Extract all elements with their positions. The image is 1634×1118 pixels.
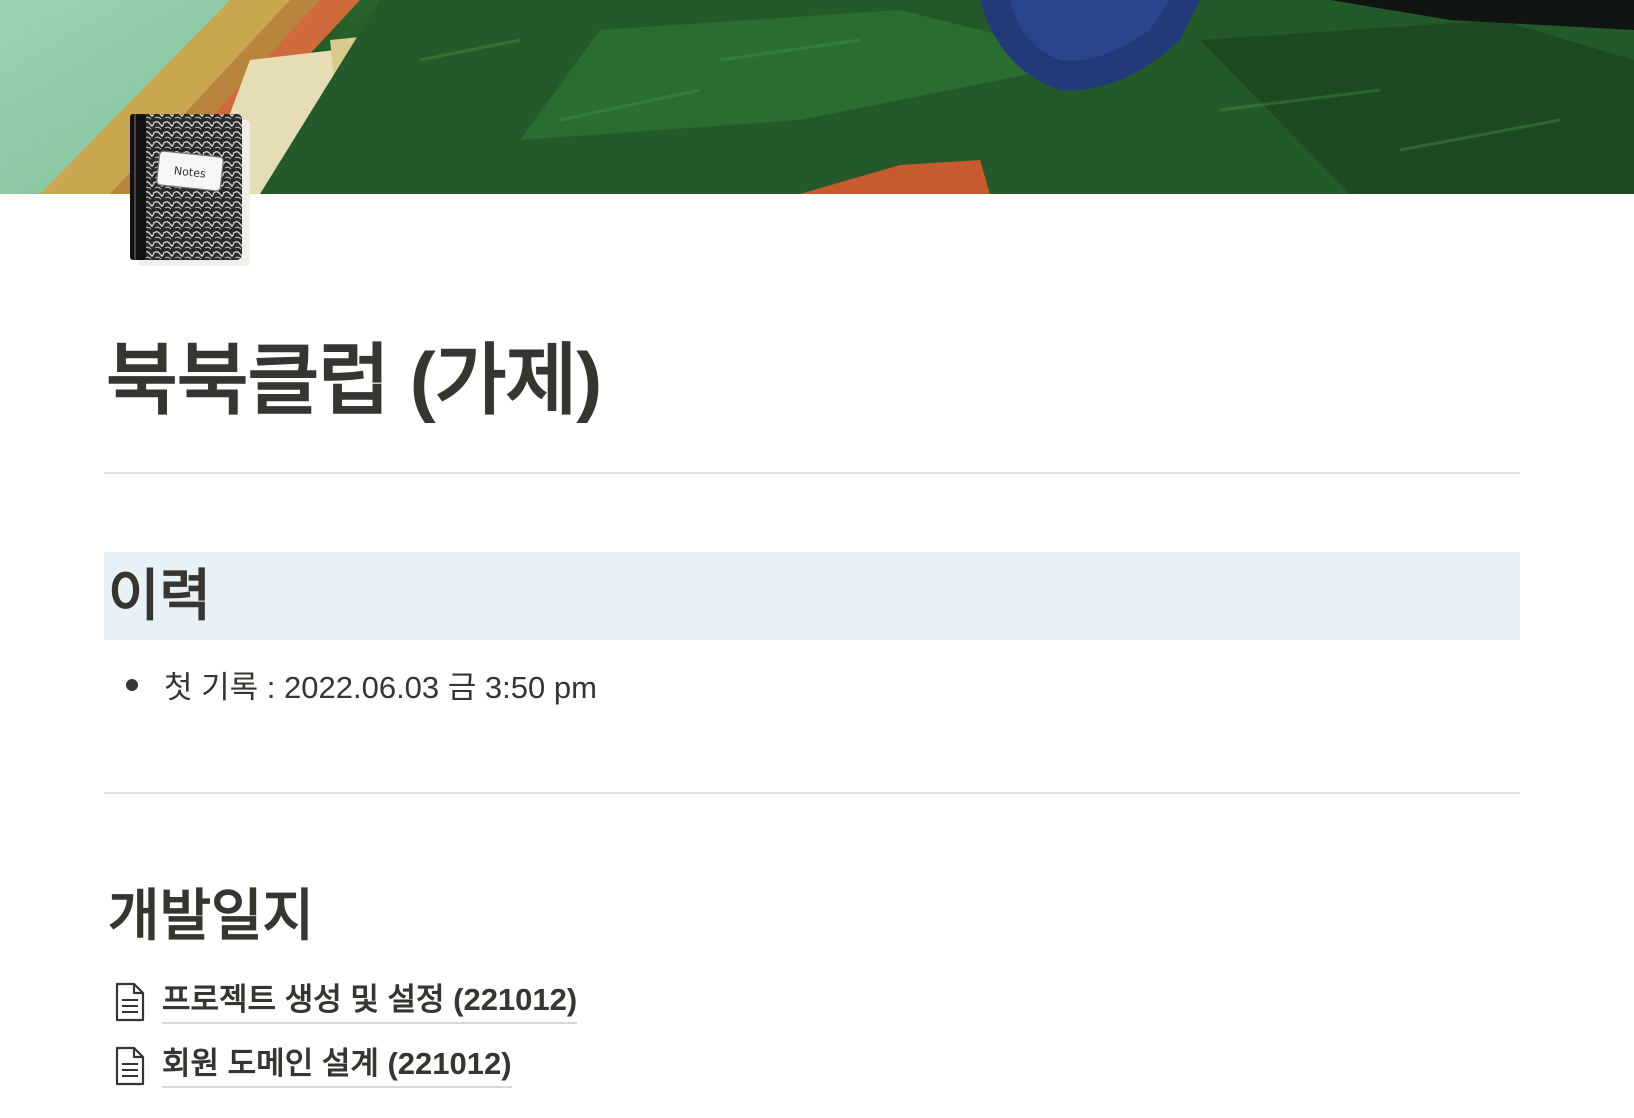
page-title[interactable]: 북북클럽 (가제) — [104, 330, 1520, 430]
composition-notebook-icon[interactable]: Notes — [124, 110, 254, 270]
list-item-text: 첫 기록 : 2022.06.03 금 3:50 pm — [164, 670, 597, 705]
list-item[interactable]: 첫 기록 : 2022.06.03 금 3:50 pm — [124, 662, 597, 707]
page-link-title[interactable]: 프로젝트 생성 및 설정 (221012) — [162, 980, 578, 1024]
notion-page: Notes 북북클럽 (가제) 이력 첫 기록 : 2022.06.03 금 3… — [0, 0, 1634, 1118]
page-link[interactable]: 프로젝트 생성 및 설정 (221012) — [112, 980, 578, 1024]
divider — [104, 472, 1520, 474]
page-document-icon — [115, 1046, 145, 1086]
devlog-heading[interactable]: 개발일지 — [104, 872, 1520, 960]
history-heading[interactable]: 이력 — [104, 552, 1520, 640]
bullet-dot — [126, 678, 138, 691]
page-document-icon — [115, 982, 145, 1022]
page-link[interactable]: 회원 도메인 설계 (221012) — [112, 1044, 512, 1088]
page-link-title[interactable]: 회원 도메인 설계 (221012) — [162, 1044, 512, 1088]
divider — [104, 792, 1520, 794]
page-title-block: 북북클럽 (가제) — [104, 330, 1520, 430]
